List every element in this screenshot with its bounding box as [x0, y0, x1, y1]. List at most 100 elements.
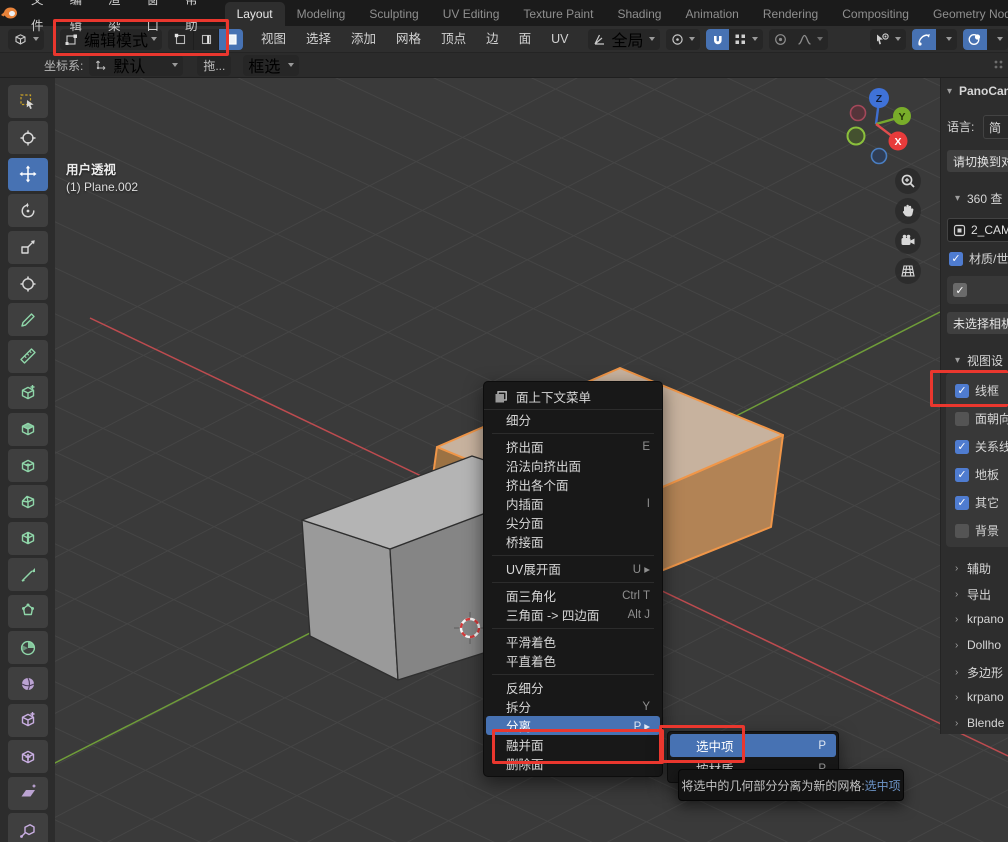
menu-item-4[interactable]: 挤出各个面 — [484, 475, 662, 494]
tool-scale[interactable] — [8, 231, 48, 264]
workspace-tab-compositing[interactable]: Compositing — [830, 2, 921, 26]
switch-language-button[interactable]: 请切换到对 — [947, 150, 1008, 172]
view-option-checkbox-关系线[interactable]: ✓关系线 — [955, 438, 1008, 455]
show-gizmo-dropdown[interactable] — [870, 29, 906, 50]
tool-knife[interactable] — [8, 558, 48, 591]
tool-shrink-fatten[interactable] — [8, 740, 48, 773]
blender-logo[interactable] — [0, 0, 18, 26]
view-option-checkbox-其它[interactable]: ✓其它 — [955, 494, 999, 511]
workspace-tab-shading[interactable]: Shading — [605, 2, 673, 26]
collapsed-section-3[interactable]: ›Dollho — [949, 638, 1008, 652]
section-360-header[interactable]: ▾ 360 查 — [949, 190, 1008, 207]
workspace-tab-animation[interactable]: Animation — [673, 2, 750, 26]
snap-toggle-button[interactable] — [706, 29, 729, 50]
view-option-checkbox-线框[interactable]: ✓线框 — [955, 382, 999, 399]
drag-dropdown[interactable]: 拖... — [197, 55, 231, 76]
face-select-button[interactable] — [218, 29, 243, 50]
collapsed-section-5[interactable]: ›krpano — [949, 690, 1008, 704]
menu-item-20[interactable]: 融并面 — [484, 735, 662, 754]
tool-extrude-region[interactable] — [8, 413, 48, 446]
menu-item-18[interactable]: 拆分Y — [484, 697, 662, 716]
sub-option-checkbox[interactable]: ✓ — [953, 283, 967, 297]
tool-poly-build[interactable] — [8, 595, 48, 628]
tool-move[interactable] — [8, 158, 48, 191]
proportional-edit-toggle[interactable] — [769, 29, 792, 50]
panel-header-panocam[interactable]: ▾ PanoCam — [941, 84, 1008, 98]
collapsed-section-2[interactable]: ›krpano — [949, 612, 1008, 626]
view-option-checkbox-地板[interactable]: ✓地板 — [955, 466, 999, 483]
submenu-item-0[interactable]: 选中项P — [670, 734, 836, 757]
viewport-menu-2[interactable]: 添加 — [341, 26, 386, 52]
tool-smooth[interactable] — [8, 667, 48, 700]
overlays-settings-caret[interactable] — [987, 29, 1008, 50]
pan-button[interactable] — [895, 198, 921, 224]
pivot-point-dropdown[interactable] — [666, 29, 700, 50]
menu-item-0[interactable]: 细分 — [484, 410, 662, 429]
menubar-item-1[interactable]: 编辑 — [57, 0, 96, 39]
tool-rip-region[interactable] — [8, 813, 48, 842]
workspace-tab-uv-editing[interactable]: UV Editing — [431, 2, 512, 26]
workspace-tab-rendering[interactable]: Rendering — [751, 2, 830, 26]
menu-item-3[interactable]: 沿法向挤出面 — [484, 456, 662, 475]
gizmos-settings-caret[interactable] — [936, 29, 957, 50]
collapse-icon[interactable] — [992, 58, 1006, 72]
tool-loop-cut[interactable] — [8, 522, 48, 555]
coord-system-dropdown[interactable]: 默认 — [89, 55, 183, 76]
tool-tweak-select[interactable] — [8, 85, 48, 118]
collapsed-section-4[interactable]: ›多边形 — [949, 664, 1008, 681]
menubar-item-2[interactable]: 渲染 — [95, 0, 134, 39]
gizmos-toggle[interactable] — [912, 29, 936, 50]
workspace-tab-texture-paint[interactable]: Texture Paint — [511, 2, 605, 26]
menu-item-14[interactable]: 平滑着色 — [484, 632, 662, 651]
viewport-menu-7[interactable]: UV — [541, 26, 578, 52]
collapsed-section-0[interactable]: ›辅助 — [949, 560, 1008, 577]
viewport-menu-1[interactable]: 选择 — [296, 26, 341, 52]
menu-item-19[interactable]: 分离P ▸ — [486, 716, 660, 735]
falloff-dropdown[interactable] — [792, 29, 828, 50]
select-box-dropdown[interactable]: 框选 — [243, 55, 299, 76]
menu-item-6[interactable]: 尖分面 — [484, 513, 662, 532]
menu-item-7[interactable]: 桥接面 — [484, 532, 662, 551]
tool-add-cube[interactable] — [8, 376, 48, 409]
language-dropdown[interactable]: 简 — [983, 115, 1008, 139]
tool-inset-faces[interactable] — [8, 449, 48, 482]
overlays-toggle[interactable] — [963, 29, 987, 50]
viewport-menu-6[interactable]: 面 — [509, 26, 542, 52]
menu-item-12[interactable]: 三角面 -> 四边面Alt J — [484, 605, 662, 624]
tool-measure[interactable] — [8, 340, 48, 373]
menu-item-5[interactable]: 内插面I — [484, 494, 662, 513]
menu-item-11[interactable]: 面三角化Ctrl T — [484, 586, 662, 605]
tool-shear[interactable] — [8, 777, 48, 810]
viewport-menu-5[interactable]: 边 — [476, 26, 509, 52]
snap-settings-dropdown[interactable] — [729, 29, 763, 50]
collapsed-section-1[interactable]: ›导出 — [949, 586, 1008, 603]
navigation-gizmo[interactable]: Z Y X — [840, 82, 916, 168]
zoom-button[interactable] — [895, 168, 921, 194]
workspace-tab-sculpting[interactable]: Sculpting — [357, 2, 430, 26]
perspective-toggle-button[interactable] — [895, 258, 921, 284]
material-world-checkbox[interactable]: ✓ 材质/世界 — [949, 250, 1008, 267]
menu-item-21[interactable]: 删除面 — [484, 754, 662, 773]
viewport-menu-4[interactable]: 顶点 — [431, 26, 476, 52]
view-option-checkbox-背景[interactable]: 背景 — [955, 522, 999, 539]
tool-edge-slide[interactable] — [8, 704, 48, 737]
transform-orientation-dropdown[interactable]: 全局 — [588, 29, 659, 50]
collapsed-section-6[interactable]: ›Blende — [949, 716, 1008, 730]
no-camera-button[interactable]: 未选择相机 — [947, 312, 1008, 334]
menubar-item-3[interactable]: 窗口 — [134, 0, 173, 39]
workspace-tab-layout[interactable]: Layout — [225, 2, 285, 26]
viewport-menu-0[interactable]: 视图 — [251, 26, 296, 52]
tool-spin[interactable] — [8, 631, 48, 664]
view-settings-header[interactable]: ▾ 视图设 — [949, 352, 1008, 369]
camera-view-button[interactable] — [895, 228, 921, 254]
tool-bevel[interactable] — [8, 485, 48, 518]
menubar-item-4[interactable]: 帮助 — [172, 0, 211, 39]
menubar-item-0[interactable]: 文件 — [18, 0, 57, 39]
view-option-checkbox-面朝向[interactable]: 面朝向 — [955, 410, 1008, 427]
camera-object-field[interactable]: 2_CAM — [947, 218, 1008, 242]
tool-cursor[interactable] — [8, 121, 48, 154]
menu-item-2[interactable]: 挤出面E — [484, 437, 662, 456]
tool-rotate[interactable] — [8, 194, 48, 227]
tool-transform[interactable] — [8, 267, 48, 300]
viewport-menu-3[interactable]: 网格 — [386, 26, 431, 52]
